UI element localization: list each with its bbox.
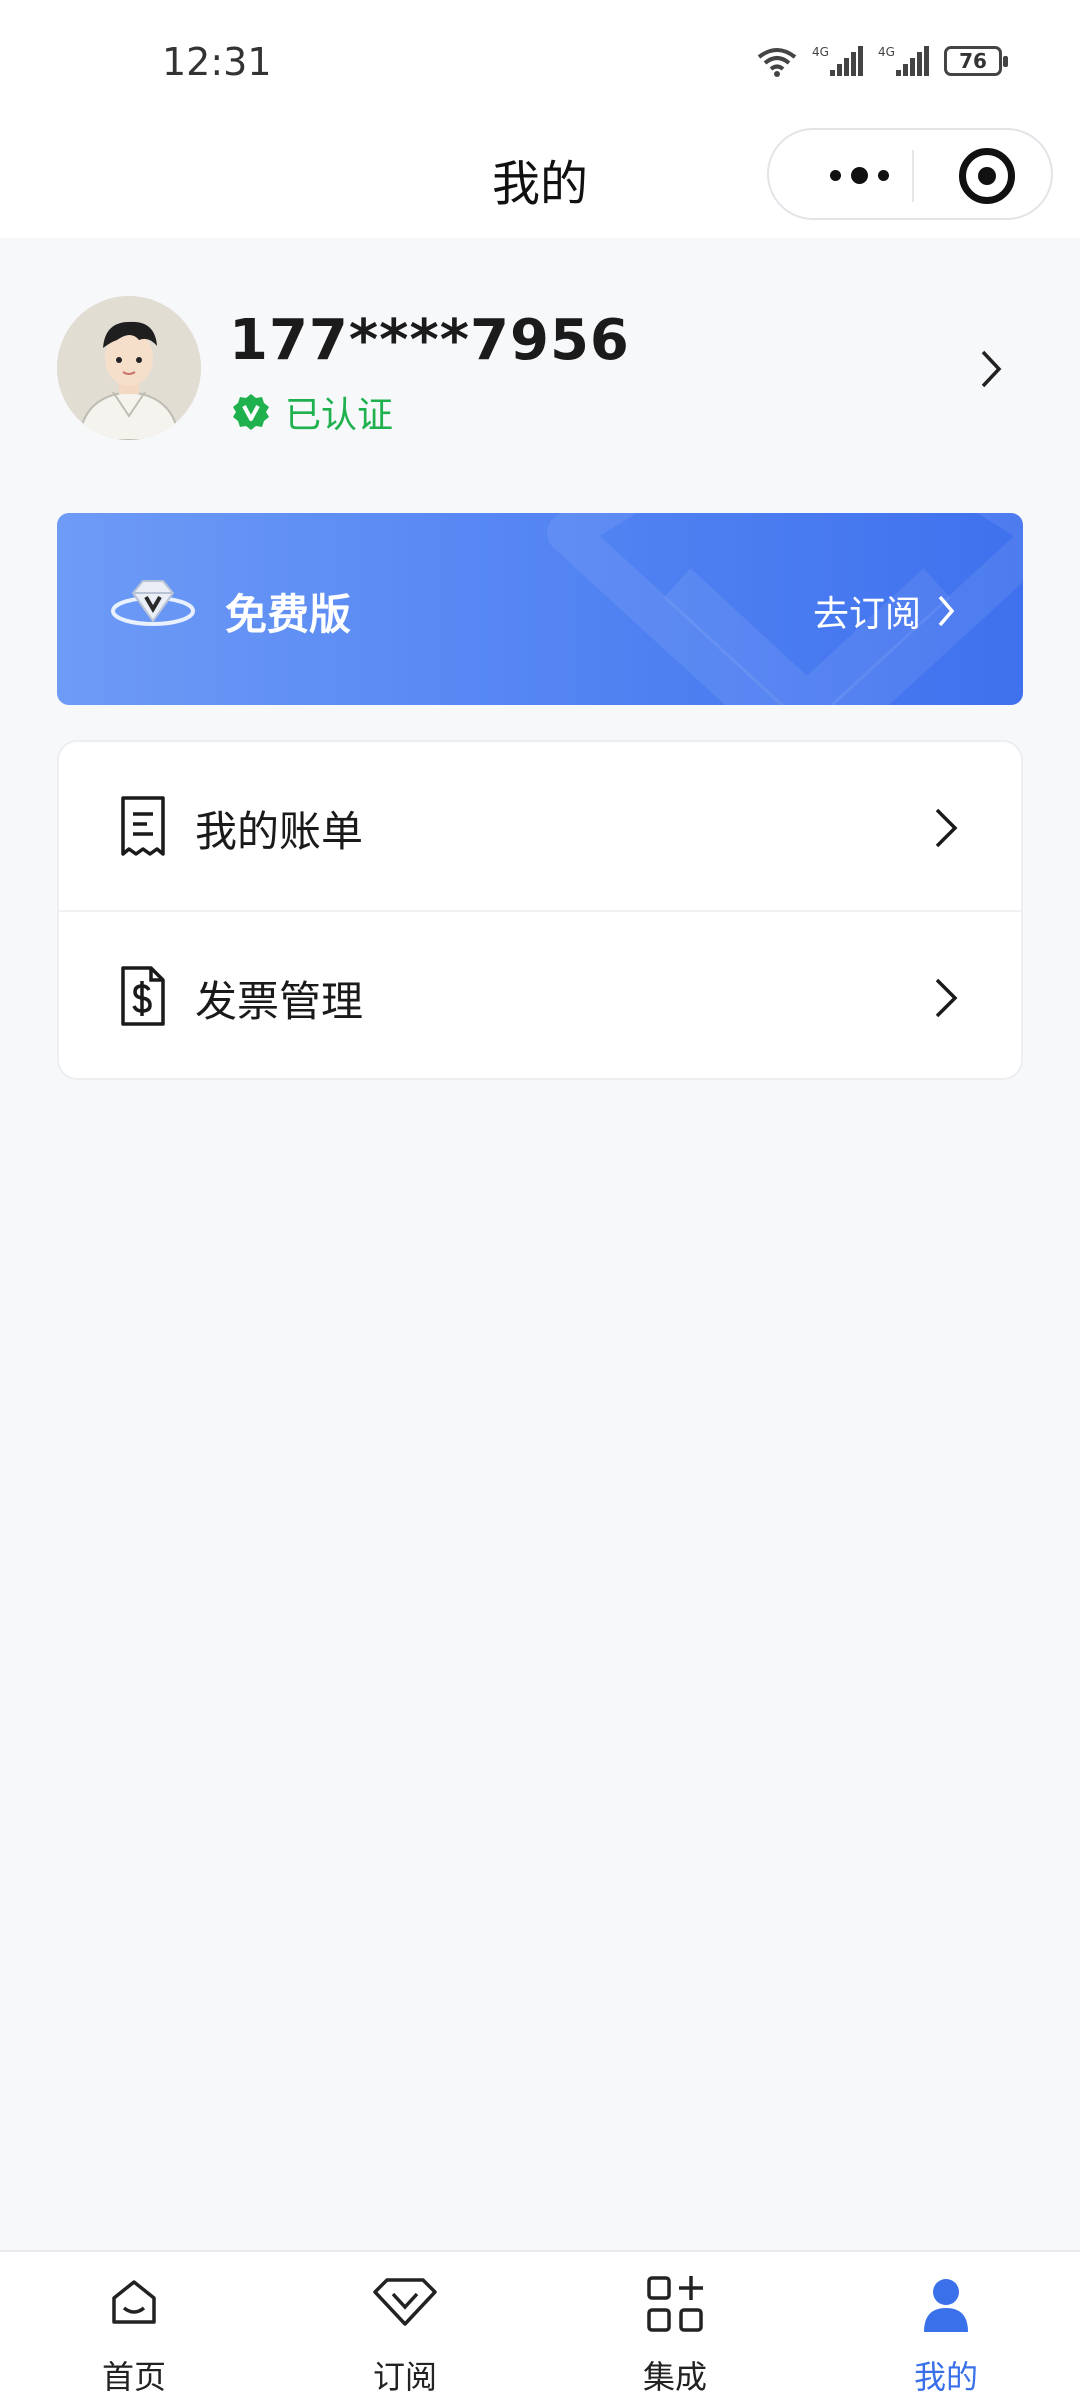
subscription-card[interactable]: 免费版 去订阅	[57, 513, 1023, 705]
invoice-dollar-icon	[121, 966, 165, 1026]
avatar[interactable]	[57, 296, 201, 440]
profile-header[interactable]: 177****7956 已认证	[57, 296, 1023, 446]
verified-badge-icon	[233, 394, 269, 430]
chevron-right-icon	[938, 595, 955, 627]
menu-list: 我的账单 发票管理	[57, 740, 1023, 1080]
chevron-right-icon	[935, 808, 958, 848]
subscribe-link[interactable]: 去订阅	[813, 585, 955, 637]
cellular-signal-icon: 4G	[812, 45, 863, 76]
tab-mine[interactable]: 我的	[876, 2274, 1016, 2396]
diamond-icon	[111, 580, 195, 626]
chevron-right-icon	[935, 978, 958, 1018]
tab-label: 集成	[642, 2358, 707, 2396]
tab-label: 我的	[913, 2358, 978, 2396]
tab-label: 订阅	[372, 2358, 437, 2396]
wifi-icon	[757, 48, 797, 77]
capsule-divider	[912, 150, 914, 202]
status-icons: 4G 4G 76	[756, 44, 1008, 78]
menu-label-bills: 我的账单	[195, 807, 364, 856]
more-dots-icon	[829, 169, 841, 181]
receipt-icon	[121, 796, 165, 856]
battery-level: 76	[959, 49, 987, 73]
miniprogram-capsule	[767, 128, 1053, 220]
tab-label: 首页	[101, 2358, 166, 2396]
chevron-right-icon	[981, 350, 1002, 388]
user-phone: 177****7956	[229, 308, 630, 373]
tab-integrations[interactable]: 集成	[605, 2274, 745, 2396]
verified-status: 已认证	[231, 386, 393, 438]
tab-home[interactable]: 首页	[64, 2274, 204, 2396]
network-type-1: 4G	[812, 45, 829, 59]
more-dots-icon	[850, 166, 868, 184]
status-bar: 12:31 4G 4G 76	[0, 0, 1080, 120]
menu-label-invoices: 发票管理	[195, 977, 364, 1026]
tab-subscribe[interactable]: 订阅	[335, 2274, 475, 2396]
network-type-2: 4G	[878, 45, 895, 59]
user-icon	[924, 2279, 968, 2332]
more-dots-icon	[877, 169, 889, 181]
subscribe-label: 去订阅	[812, 594, 921, 635]
more-button[interactable]	[809, 150, 909, 200]
menu-item-bills[interactable]: 我的账单	[59, 742, 1021, 910]
nav-bar: 我的	[0, 120, 1080, 238]
battery-icon: 76	[944, 46, 1008, 76]
verified-label: 已认证	[285, 395, 394, 436]
status-time: 12:31	[162, 40, 272, 84]
plan-name: 免费版	[225, 590, 352, 639]
cellular-signal-icon: 4G	[878, 45, 929, 76]
tab-bar: 首页 订阅 集成 我的	[0, 2250, 1080, 2400]
avatar-illustration	[57, 296, 201, 440]
close-miniprogram-button[interactable]	[959, 148, 1015, 204]
grid-plus-icon	[647, 2276, 703, 2332]
diamond-icon	[373, 2278, 437, 2326]
home-icon	[112, 2280, 156, 2324]
menu-item-invoices[interactable]: 发票管理	[59, 912, 1021, 1080]
